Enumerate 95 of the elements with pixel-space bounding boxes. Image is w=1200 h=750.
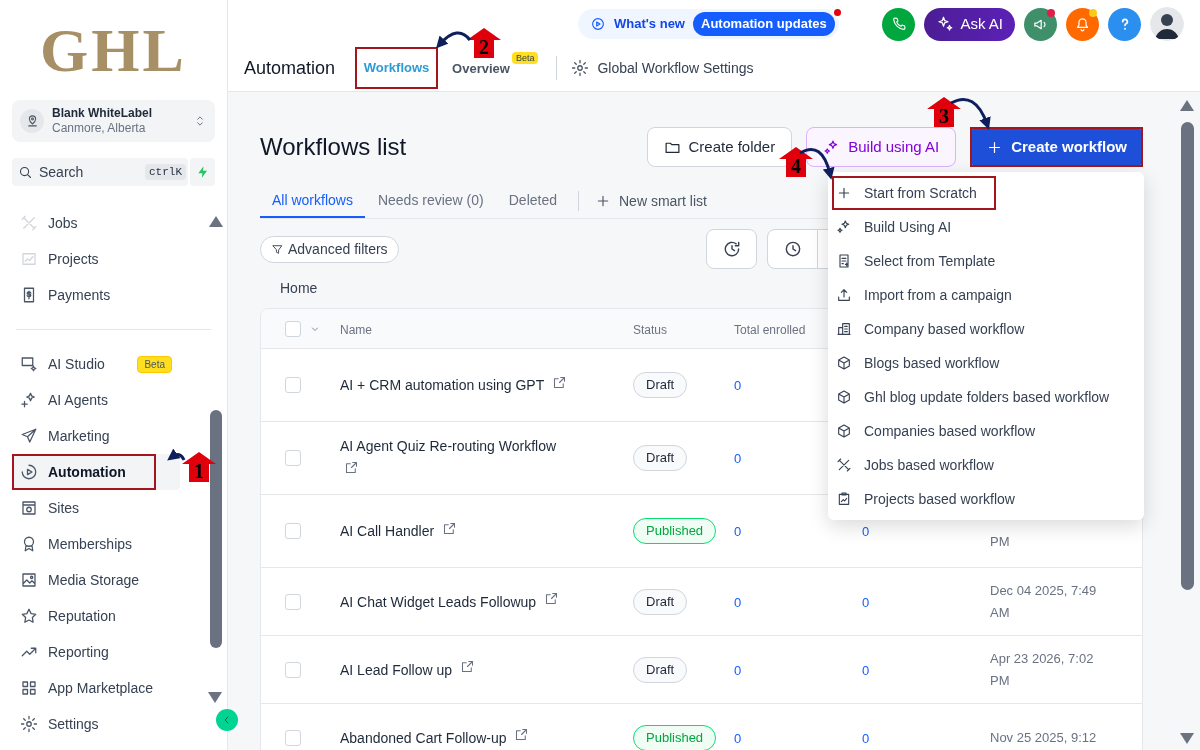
menu-item[interactable]: Companies based workflow xyxy=(828,414,1144,448)
account-location: Canmore, Alberta xyxy=(52,121,147,136)
sidebar-item[interactable]: Reputation xyxy=(12,598,180,634)
sidebar-item[interactable]: Sites xyxy=(12,490,180,526)
sidebar-item[interactable]: Media Storage xyxy=(12,562,180,598)
sidebar-label: Media Storage xyxy=(48,570,140,590)
enrolled-count[interactable]: 0 xyxy=(734,730,742,746)
beta-badge: Beta xyxy=(137,355,172,373)
workflow-name[interactable]: AI Call Handler xyxy=(340,523,435,539)
date-cell-text: PM xyxy=(990,533,1011,551)
sidebar-item[interactable]: Reporting xyxy=(12,634,180,670)
status-pill: Draft xyxy=(633,372,688,398)
updates-pill[interactable]: Automation updates xyxy=(693,12,835,36)
menu-item[interactable]: Select from Template xyxy=(828,244,1144,278)
new-smart-list-button[interactable]: New smart list xyxy=(587,184,715,218)
step-marker: 3 xyxy=(927,97,961,127)
workflow-name[interactable]: AI Lead Follow up xyxy=(340,661,453,678)
sidebar-label: App Marketplace xyxy=(48,678,154,698)
sidebar-label: Projects xyxy=(48,249,99,269)
column-header: Status xyxy=(633,322,668,337)
sidebar-item[interactable]: AI Studio Beta xyxy=(12,346,180,382)
sidebar-item[interactable]: AI Agents xyxy=(12,382,180,418)
build-ai-button[interactable]: Build using AI xyxy=(806,127,957,167)
status-pill: Draft xyxy=(633,656,688,683)
column-header: Name xyxy=(340,322,372,337)
sidebar-label: Settings xyxy=(48,714,99,734)
sidebar-item[interactable]: Projects xyxy=(12,241,180,277)
workflow-name[interactable]: AI Agent Quiz Re-routing Workflow xyxy=(340,438,557,454)
whats-new-banner[interactable]: What's new Automation updates xyxy=(578,9,839,39)
menu-item[interactable]: Blogs based workflow xyxy=(828,346,1144,380)
page-section-title: Automation xyxy=(244,56,336,80)
logo: GHL xyxy=(40,19,187,81)
sidebar-label: Automation xyxy=(48,462,126,482)
global-settings-link[interactable]: Global Workflow Settings xyxy=(597,57,754,79)
menu-item[interactable]: Jobs based workflow xyxy=(828,448,1144,482)
status-pill: Draft xyxy=(633,445,688,471)
column-header: Total enrolled xyxy=(734,322,806,337)
table-cell[interactable]: 0 xyxy=(862,524,870,539)
workflow-name[interactable]: AI + CRM automation using GPT xyxy=(340,377,544,393)
header-tab[interactable]: Overview xyxy=(438,60,512,78)
date-cell-text: Nov 25 2025, 9:12 xyxy=(990,728,1098,747)
status-pill: Published xyxy=(633,724,717,750)
table-cell[interactable]: 0 xyxy=(862,730,870,746)
enrolled-count[interactable]: 0 xyxy=(734,594,742,610)
sidebar-label: Sites xyxy=(48,498,80,518)
create-workflow-button[interactable]: Create workflow xyxy=(970,127,1143,167)
enrolled-count[interactable]: 0 xyxy=(734,378,742,393)
menu-item[interactable]: Company based workflow xyxy=(828,312,1144,346)
menu-item[interactable]: Build Using AI xyxy=(828,210,1144,244)
sidebar-item[interactable]: Jobs xyxy=(12,205,180,241)
list-tab[interactable]: Needs review (0) xyxy=(365,184,496,218)
table-cell[interactable]: 0 xyxy=(862,594,870,610)
date-cell-text: Apr 23 2026, 7:02 PM xyxy=(990,649,1095,690)
ask-ai-button[interactable]: Ask AI xyxy=(924,7,1015,41)
breadcrumb[interactable]: Home xyxy=(280,278,318,299)
enrolled-count[interactable]: 0 xyxy=(734,524,742,539)
account-name: Blank WhiteLabel xyxy=(52,106,153,121)
step-marker: 1 xyxy=(182,452,216,482)
menu-item[interactable]: Projects based workflow xyxy=(828,482,1144,516)
enrolled-count[interactable]: 0 xyxy=(734,662,742,678)
sidebar-label: AI Studio xyxy=(48,354,105,374)
sidebar-label: AI Agents xyxy=(48,390,108,410)
shortcut-badge: ctrlK xyxy=(145,163,186,181)
sidebar-label: Marketing xyxy=(48,426,110,446)
sidebar-item[interactable]: Payments xyxy=(12,277,180,313)
menu-item[interactable]: Import from a campaign xyxy=(828,278,1144,312)
status-pill: Draft xyxy=(633,588,688,615)
step-marker: 4 xyxy=(779,147,813,177)
sidebar-label: Reporting xyxy=(48,642,109,662)
status-pill: Published xyxy=(633,518,717,544)
list-tab[interactable]: Deleted xyxy=(496,184,569,218)
page-title: Workflows list xyxy=(260,132,407,162)
table-cell[interactable]: 0 xyxy=(862,662,870,678)
search-field[interactable]: Search ctrlK xyxy=(12,158,188,186)
create-folder-button[interactable]: Create folder xyxy=(646,127,793,167)
sidebar-item[interactable]: Automation xyxy=(12,454,180,490)
sidebar-label: Memberships xyxy=(48,534,133,554)
sidebar-item[interactable]: Settings xyxy=(12,706,180,742)
beta-badge: Beta xyxy=(511,52,539,64)
date-cell-text: Dec 04 2025, 7:49 AM xyxy=(990,581,1098,622)
sidebar-label: Jobs xyxy=(48,213,78,233)
advanced-filters-button[interactable]: Advanced filters xyxy=(260,235,399,263)
sidebar-label: Payments xyxy=(48,285,111,305)
account-switcher[interactable]: Blank WhiteLabel Canmore, Alberta xyxy=(12,100,215,142)
whats-new-label: What's new xyxy=(614,15,685,34)
sidebar-item[interactable]: App Marketplace xyxy=(12,670,180,706)
sidebar-item[interactable]: Marketing xyxy=(12,418,180,454)
workflow-name[interactable]: Abandoned Cart Follow-up xyxy=(340,729,507,746)
menu-item[interactable]: Ghl blog update folders based workflow xyxy=(828,380,1144,414)
enrolled-count[interactable]: 0 xyxy=(734,451,742,466)
list-tab[interactable]: All workflows xyxy=(260,184,365,218)
sidebar-item[interactable]: Memberships xyxy=(12,526,180,562)
workflow-name[interactable]: AI Chat Widget Leads Followup xyxy=(340,593,537,610)
search-input[interactable]: Search xyxy=(39,162,139,182)
sidebar-label: Reputation xyxy=(48,606,116,626)
